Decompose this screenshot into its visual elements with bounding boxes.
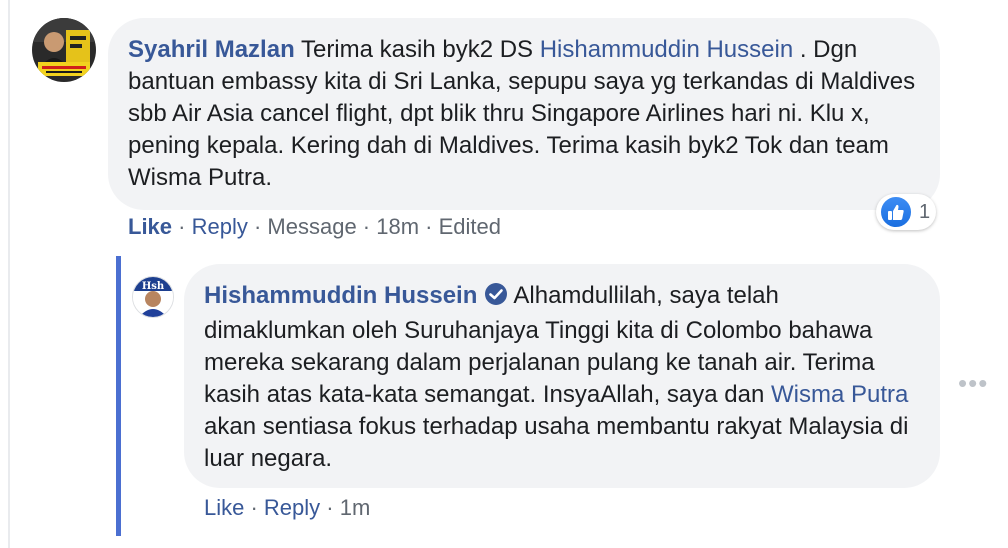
message-button[interactable]: Message: [267, 214, 356, 239]
comment-mention-hishammuddin[interactable]: Hishammuddin Hussein: [540, 36, 793, 63]
separator: ·: [247, 214, 268, 239]
reply-bubble: Hishammuddin Hussein Alhamdullilah, saya…: [184, 264, 940, 488]
separator: ·: [320, 495, 340, 520]
reply-thread-line: [116, 256, 121, 536]
reply-mention-wisma-putra[interactable]: Wisma Putra: [771, 381, 908, 408]
reply-button[interactable]: Reply: [192, 214, 248, 239]
reply-actions: Like · Reply · 1m: [204, 495, 370, 521]
separator: ·: [356, 214, 377, 239]
avatar-syahril[interactable]: [32, 18, 96, 82]
reply-text-end: akan sentiasa fokus terhadap usaha memba…: [204, 413, 909, 472]
reply-author[interactable]: Hishammuddin Hussein: [204, 282, 477, 309]
verified-badge-icon: [484, 282, 508, 315]
reply-button[interactable]: Reply: [264, 495, 320, 520]
separator: ·: [419, 214, 439, 239]
comment-text-start: Terima kasih byk2 DS: [294, 36, 540, 63]
separator: ·: [172, 214, 192, 239]
left-border: [8, 0, 10, 548]
avatar-image: [32, 18, 96, 82]
comment-bubble: Syahril Mazlan Terima kasih byk2 DS Hish…: [108, 18, 940, 210]
reaction-summary[interactable]: 1: [876, 194, 936, 230]
comment-actions: Like · Reply · Message · 18m · Edited: [128, 214, 501, 240]
comment-text-after-mention: . Dgn: [793, 36, 858, 63]
comment-text-body: bantuan embassy kita di Sri Lanka, sepup…: [128, 68, 916, 191]
like-button[interactable]: Like: [204, 495, 244, 520]
comment-author[interactable]: Syahril Mazlan: [128, 36, 295, 63]
comment-timestamp[interactable]: 18m: [376, 214, 419, 239]
svg-text:Hsh: Hsh: [142, 281, 165, 292]
reply-timestamp[interactable]: 1m: [340, 495, 371, 520]
avatar-hishammuddin[interactable]: Hsh: [132, 276, 174, 318]
reaction-count: 1: [919, 200, 931, 223]
more-options-icon[interactable]: •••: [958, 368, 988, 399]
edited-label[interactable]: Edited: [439, 214, 501, 239]
like-icon: [879, 195, 913, 229]
like-button[interactable]: Like: [128, 214, 172, 239]
avatar-image: Hsh: [133, 277, 173, 317]
separator: ·: [244, 495, 264, 520]
